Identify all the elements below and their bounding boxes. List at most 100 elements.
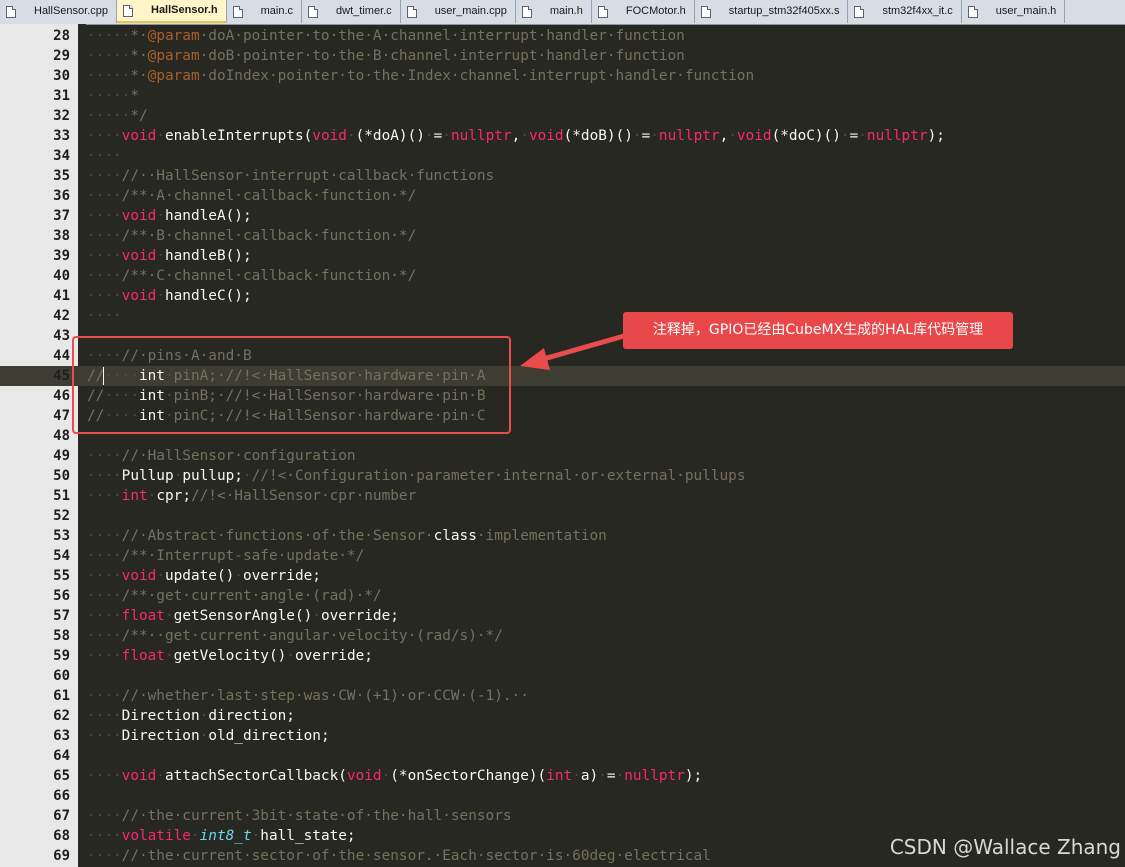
code-text: ····//·the·current·3bit·state·of·the·hal…: [87, 806, 512, 826]
line-number: 32: [53, 108, 70, 124]
code-line[interactable]: 62 ····Direction·direction;: [0, 706, 1125, 726]
code-line[interactable]: 41 ····void·handleC();: [0, 286, 1125, 306]
token: ·: [312, 608, 321, 624]
code-line[interactable]: 54 ····/**·Interrupt-safe·update·*/: [0, 546, 1125, 566]
line-number: 55: [53, 568, 70, 584]
line-number: 28: [53, 28, 70, 44]
token: ·: [572, 768, 581, 784]
tab-startup-stm32f405xx-s[interactable]: startup_stm32f405xx.s: [695, 0, 849, 23]
code-line[interactable]: 60: [0, 666, 1125, 686]
tab-focmotor-h[interactable]: FOCMotor.h: [592, 0, 695, 23]
code-line[interactable]: 37 ····void·handleA();: [0, 206, 1125, 226]
code-text: ····void·attachSectorCallback(void·(*onS…: [87, 766, 702, 786]
file-icon: [967, 5, 978, 18]
code-line[interactable]: 52: [0, 506, 1125, 526]
code-line[interactable]: 29 ·····*·@param·doB·pointer·to·the·B·cha…: [0, 46, 1125, 66]
code-line[interactable]: 51 ····int·cpr;//!<·HallSensor·cpr·number: [0, 486, 1125, 506]
token: //·whether·last·step·was·CW·(+1)·or·CCW·…: [121, 688, 529, 704]
tab-hallsensor-cpp[interactable]: HallSensor.cpp: [0, 0, 117, 23]
token: //·Abstract·functions·of·the·Sensor·: [121, 528, 434, 544]
token: ····: [87, 568, 122, 584]
tab-hallsensor-h[interactable]: HallSensor.h: [117, 0, 227, 23]
token: Direction: [121, 728, 200, 744]
code-line[interactable]: 64: [0, 746, 1125, 766]
code-line[interactable]: 28 ·····*·@param·doA·pointer·to·the·A·cha…: [0, 26, 1125, 46]
token: ····: [87, 288, 122, 304]
token: attachSectorCallback(: [164, 768, 347, 784]
token: ·: [242, 468, 252, 484]
code-line[interactable]: 56 ····/**·get·current·angle·(rad)·*/: [0, 586, 1125, 606]
line-number: 42: [53, 308, 70, 324]
code-text: ····//··HallSensor·interrupt·callback·fu…: [87, 166, 494, 186]
code-line[interactable]: 35 ····//··HallSensor·interrupt·callback·…: [0, 166, 1125, 186]
token: override;: [242, 568, 321, 584]
token: ·: [650, 128, 659, 144]
token: /**·C·channel·callback·function·*/: [121, 268, 417, 284]
code-line[interactable]: 49 ····//·HallSensor·configuration: [0, 446, 1125, 466]
token: //··HallSensor·interrupt·callback·functi…: [121, 168, 495, 184]
code-text: ····void·handleB();: [87, 246, 252, 266]
code-line[interactable]: 57 ····float·getSensorAngle()·override;: [0, 606, 1125, 626]
token: //·the·current·sector·of·the·sensor.·Eac…: [121, 848, 711, 864]
token: /**·B·channel·callback·function·*/: [121, 228, 417, 244]
code-text: ····int·cpr;//!<·HallSensor·cpr·number: [87, 486, 416, 506]
token: void: [121, 128, 157, 144]
token: ·····: [87, 28, 131, 44]
tab-main-c[interactable]: main.c: [227, 0, 303, 23]
token: //!<·Configuration·parameter·internal·or…: [251, 468, 746, 484]
code-line[interactable]: 59 ····float·getVelocity()·override;: [0, 646, 1125, 666]
token: volatile: [121, 828, 191, 844]
code-line[interactable]: 58 ····/**··get·current·angular·velocity·…: [0, 626, 1125, 646]
tab-label: main.c: [260, 5, 294, 17]
code-text: ·····*·@param·doIndex·pointer·to·the·Ind…: [87, 66, 754, 86]
code-line[interactable]: 31 ·····*: [0, 86, 1125, 106]
token: ····: [87, 688, 122, 704]
code-line[interactable]: 63 ····Direction·old_direction;: [0, 726, 1125, 746]
code-line[interactable]: 33 ····void·enableInterrupts(void·(*doA)(…: [0, 126, 1125, 146]
code-line[interactable]: 53 ····//·Abstract·functions·of·the·Senso…: [0, 526, 1125, 546]
token: ,: [719, 128, 729, 144]
code-line[interactable]: 38 ····/**·B·channel·callback·function·*/: [0, 226, 1125, 246]
line-number: 58: [53, 628, 70, 644]
token: ·: [234, 568, 243, 584]
tab-main-h[interactable]: main.h: [516, 0, 592, 23]
code-line[interactable]: 34 ····: [0, 146, 1125, 166]
token: ····: [87, 208, 122, 224]
tab-user-main-cpp[interactable]: user_main.cpp: [401, 0, 516, 23]
token: ·implementation: [476, 528, 607, 544]
code-line[interactable]: 65 ····void·attachSectorCallback(void·(*o…: [0, 766, 1125, 786]
code-line[interactable]: 66: [0, 786, 1125, 806]
code-text: ····Direction·old_direction;: [87, 726, 330, 746]
line-number: 62: [53, 708, 70, 724]
code-line[interactable]: 40 ····/**·C·channel·callback·function·*/: [0, 266, 1125, 286]
code-line[interactable]: 61 ····//·whether·last·step·was·CW·(+1)·o…: [0, 686, 1125, 706]
token: ,: [511, 128, 521, 144]
token: nullptr: [450, 128, 512, 144]
tab-label: user_main.h: [995, 5, 1057, 17]
token: ·: [615, 768, 625, 784]
token: ····: [87, 768, 122, 784]
code-editor[interactable]: 28 ·····*·@param·doA·pointer·to·the·A·cha…: [0, 26, 1125, 866]
code-line[interactable]: 30 ·····*·@param·doIndex·pointer·to·the·I…: [0, 66, 1125, 86]
line-number: 66: [53, 788, 70, 804]
tab-label: HallSensor.cpp: [34, 5, 108, 17]
code-line[interactable]: 55 ····void·update()·override;: [0, 566, 1125, 586]
code-line[interactable]: 32 ·····*/: [0, 106, 1125, 126]
line-number: 56: [53, 588, 70, 604]
tab-stm32f4xx-it-c[interactable]: stm32f4xx_it.c: [848, 0, 962, 23]
code-line[interactable]: 67 ····//·the·current·3bit·state·of·the·h…: [0, 806, 1125, 826]
token: ····: [87, 848, 122, 864]
tab-dwt-timer-c[interactable]: dwt_timer.c: [302, 0, 401, 23]
line-number: 43: [53, 328, 70, 344]
token: ·: [164, 608, 174, 624]
code-line[interactable]: 39 ····void·handleB();: [0, 246, 1125, 266]
token: @param: [147, 68, 200, 84]
tab-user-main-h[interactable]: user_main.h: [962, 0, 1066, 23]
line-number: 50: [53, 468, 70, 484]
code-line[interactable]: 36 ····/**·A·channel·callback·function·*/: [0, 186, 1125, 206]
token: (*doA)(): [355, 128, 425, 144]
token: void: [528, 128, 564, 144]
line-number: 57: [53, 608, 70, 624]
token: @param: [147, 48, 200, 64]
code-line[interactable]: 50 ····Pullup·pullup;·//!<·Configuration·…: [0, 466, 1125, 486]
